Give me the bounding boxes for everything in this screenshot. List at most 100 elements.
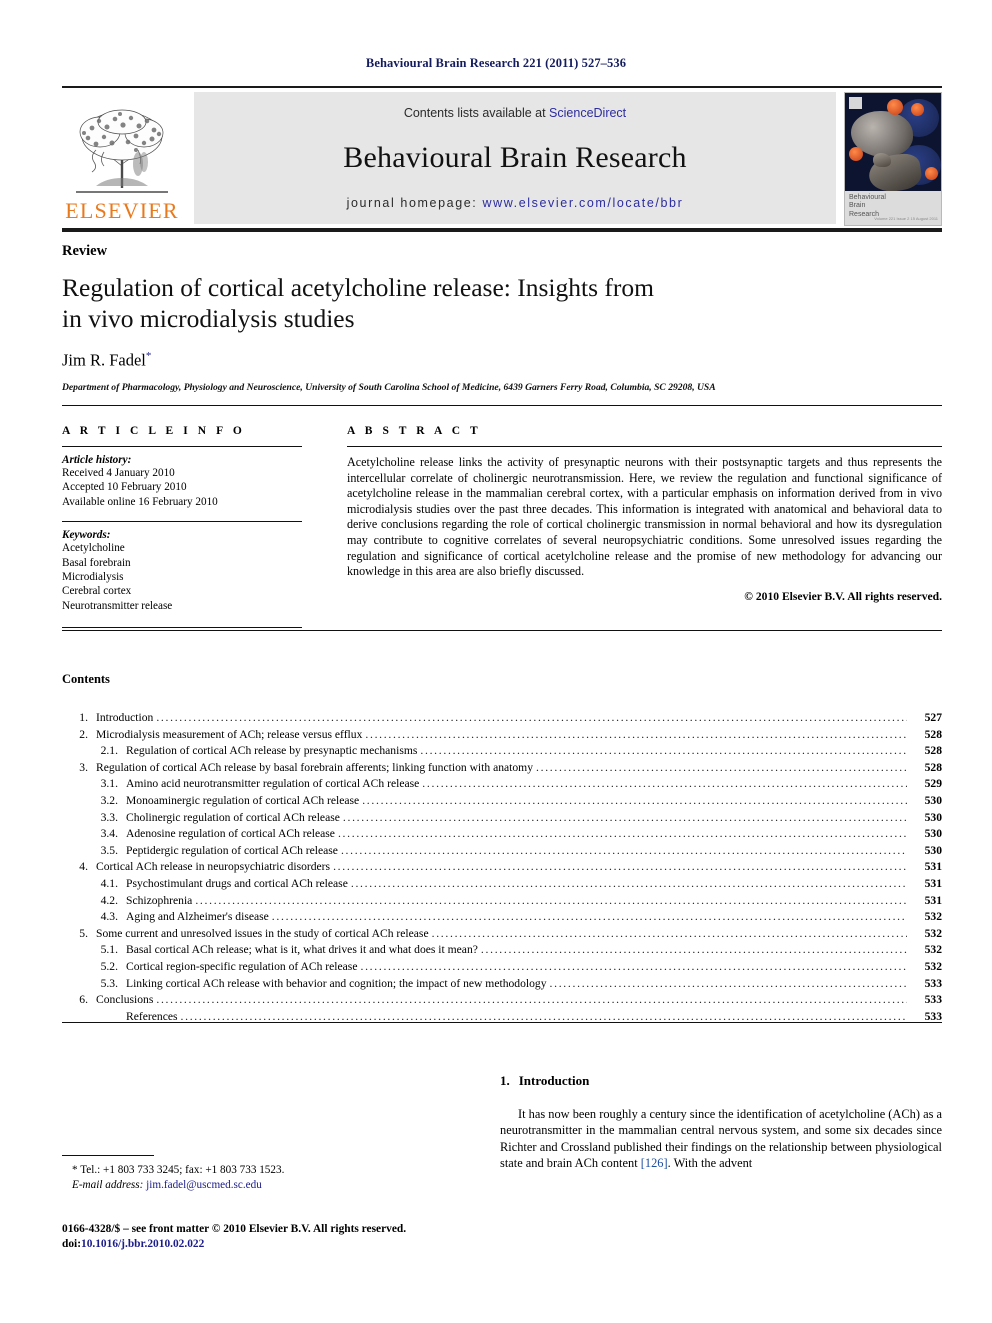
footnote-tel-fax: Tel.: +1 803 733 3245; fax: +1 803 733 1… — [80, 1164, 285, 1176]
introduction-title: Introduction — [518, 1073, 590, 1088]
toc-label[interactable]: Amino acid neurotransmitter regulation o… — [126, 776, 419, 793]
toc-label[interactable]: Schizophrenia — [126, 893, 192, 910]
toc-row[interactable]: 3.2. Monoaminergic regulation of cortical… — [62, 793, 942, 810]
toc-leader-dots: ........................................… — [420, 744, 907, 758]
toc-label[interactable]: Regulation of cortical ACh release by ba… — [96, 760, 533, 777]
article-history-label: Article history: — [62, 454, 132, 466]
toc-page-number: 528 — [924, 760, 942, 774]
toc-page-number: 533 — [924, 976, 942, 990]
cover-rodent-head — [873, 153, 891, 167]
toc-label[interactable]: Cortical ACh release in neuropsychiatric… — [96, 859, 330, 876]
journal-masthead: ELSEVIER Contents lists available at Sci… — [62, 86, 942, 232]
toc-leader-dots: ........................................… — [333, 860, 907, 874]
toc-label[interactable]: Cortical region-specific regulation of A… — [126, 959, 357, 976]
article-info-column: A R T I C L E I N F O Article history: R… — [62, 425, 302, 629]
doi-link[interactable]: 10.1016/j.bbr.2010.02.022 — [81, 1238, 204, 1250]
footnote-marker: * — [72, 1164, 78, 1176]
toc-row[interactable]: 3.4. Adenosine regulation of cortical ACh… — [62, 826, 942, 843]
title-section-divider — [62, 405, 942, 406]
citation-link[interactable]: [126] — [641, 1156, 668, 1170]
toc-number: 3.5. — [100, 843, 118, 857]
homepage-url-link[interactable]: www.elsevier.com/locate/bbr — [482, 196, 683, 210]
toc-number: 4.1. — [100, 876, 118, 890]
abstract-text: Acetylcholine release links the activity… — [347, 455, 942, 579]
email-link[interactable]: jim.fadel@uscmed.sc.edu — [146, 1179, 262, 1191]
abstract-column: A B S T R A C T Acetylcholine release li… — [347, 425, 942, 628]
toc-page-number: 533 — [924, 993, 942, 1007]
contents-section: Contents 1. Introduction.................… — [62, 672, 942, 1025]
toc-row[interactable]: 3.1. Amino acid neurotransmitter regulati… — [62, 776, 942, 793]
masthead-top-rule — [62, 86, 942, 88]
toc-leader-dots: ........................................… — [195, 893, 907, 907]
toc-label[interactable]: Regulation of cortical ACh release by pr… — [126, 743, 417, 760]
abstract-heading: A B S T R A C T — [347, 425, 482, 437]
toc-row[interactable]: 5.2. Cortical region-specific regulation … — [62, 959, 942, 976]
toc-number: 4. — [79, 860, 88, 874]
toc-label[interactable]: Introduction — [96, 710, 153, 727]
toc-number: 3.3. — [100, 810, 118, 824]
article-first-page: Behavioural Brain Research 221 (2011) 52… — [0, 0, 992, 1323]
toc-row[interactable]: 2.1. Regulation of cortical ACh release b… — [62, 743, 942, 760]
footnote-tel-line: * Tel.: +1 803 733 3245; fax: +1 803 733… — [62, 1163, 462, 1178]
toc-label[interactable]: Linking cortical ACh release with behavi… — [126, 976, 547, 993]
issn-copyright-line: 0166-4328/$ – see front matter © 2010 El… — [62, 1223, 407, 1235]
toc-page-number: 532 — [924, 926, 942, 940]
sciencedirect-link[interactable]: ScienceDirect — [549, 106, 626, 120]
toc-label[interactable]: Microdialysis measurement of ACh; releas… — [96, 727, 362, 744]
toc-row[interactable]: 4.3. Aging and Alzheimer's disease.......… — [62, 909, 942, 926]
issn-doi-block: 0166-4328/$ – see front matter © 2010 El… — [62, 1222, 532, 1253]
keyword-item: Microdialysis — [62, 571, 124, 584]
toc-row[interactable]: 5.1. Basal cortical ACh release; what is … — [62, 942, 942, 959]
toc-leader-dots: ........................................… — [350, 876, 907, 890]
keyword-item: Cerebral cortex — [62, 585, 132, 598]
homepage-label: journal homepage: — [346, 196, 478, 210]
toc-number: 2. — [79, 727, 88, 741]
toc-label[interactable]: Aging and Alzheimer's disease — [126, 909, 269, 926]
article-info-bottom-rule — [62, 627, 302, 629]
toc-row[interactable]: 3.5. Peptidergic regulation of cortical A… — [62, 843, 942, 860]
toc-label[interactable]: Conclusions — [96, 992, 153, 1009]
toc-row[interactable]: 3. Regulation of cortical ACh release by … — [62, 760, 942, 777]
toc-row[interactable]: 5.3. Linking cortical ACh release with be… — [62, 976, 942, 993]
toc-row[interactable]: 6. Conclusions...........................… — [62, 992, 942, 1009]
toc-row[interactable]: 4.1. Psychostimulant drugs and cortical A… — [62, 876, 942, 893]
toc-leader-dots: ........................................… — [360, 959, 907, 973]
toc-label[interactable]: Monoaminergic regulation of cortical ACh… — [126, 793, 359, 810]
cover-issue-text: Volume 221 Issue 2 15 August 2011 — [874, 216, 938, 221]
toc-label[interactable]: Adenosine regulation of cortical ACh rel… — [126, 826, 335, 843]
cover-neuron-icon — [887, 99, 903, 115]
cover-neuron-icon — [849, 147, 863, 161]
toc-label[interactable]: Psychostimulant drugs and cortical ACh r… — [126, 876, 348, 893]
toc-page-number: 528 — [924, 744, 942, 758]
toc-leader-dots: ........................................… — [431, 926, 907, 940]
toc-label[interactable]: Cholinergic regulation of cortical ACh r… — [126, 810, 340, 827]
sciencedirect-line: Contents lists available at ScienceDirec… — [404, 106, 626, 120]
toc-row[interactable]: 1. Introduction..........................… — [62, 710, 942, 727]
toc-row[interactable]: 2. Microdialysis measurement of ACh; rele… — [62, 727, 942, 744]
toc-number: 3.4. — [100, 827, 118, 841]
cover-logo-mark — [849, 97, 862, 109]
elsevier-tree-icon — [76, 109, 168, 193]
table-of-contents: 1. Introduction..........................… — [62, 710, 942, 1025]
toc-page-number: 529 — [924, 777, 942, 791]
corresponding-author-marker: * — [145, 350, 152, 362]
toc-leader-dots: ........................................… — [156, 711, 907, 724]
toc-page-number: 527 — [924, 711, 942, 724]
toc-label[interactable]: Some current and unresolved issues in th… — [96, 926, 429, 943]
cover-neuron-icon — [911, 103, 924, 116]
toc-row[interactable]: 4. Cortical ACh release in neuropsychiatr… — [62, 859, 942, 876]
masthead-center-panel: Contents lists available at ScienceDirec… — [194, 92, 836, 224]
toc-label[interactable]: Peptidergic regulation of cortical ACh r… — [126, 843, 338, 860]
introduction-number: 1. — [500, 1073, 510, 1088]
cover-label-strip: Behavioural Brain Research Volume 221 Is… — [845, 191, 941, 225]
toc-number: 5.3. — [100, 976, 118, 990]
toc-label[interactable]: Basal cortical ACh release; what is it, … — [126, 942, 478, 959]
toc-leader-dots: ........................................… — [536, 760, 907, 774]
journal-homepage-line: journal homepage: www.elsevier.com/locat… — [347, 196, 684, 210]
toc-number: 4.2. — [100, 893, 118, 907]
cover-neuron-icon — [925, 167, 938, 180]
toc-row[interactable]: 4.2. Schizophrenia.......................… — [62, 893, 942, 910]
intro-text-after-citation: . With the advent — [667, 1155, 753, 1170]
toc-row[interactable]: 5. Some current and unresolved issues in … — [62, 926, 942, 943]
toc-row[interactable]: 3.3. Cholinergic regulation of cortical A… — [62, 810, 942, 827]
